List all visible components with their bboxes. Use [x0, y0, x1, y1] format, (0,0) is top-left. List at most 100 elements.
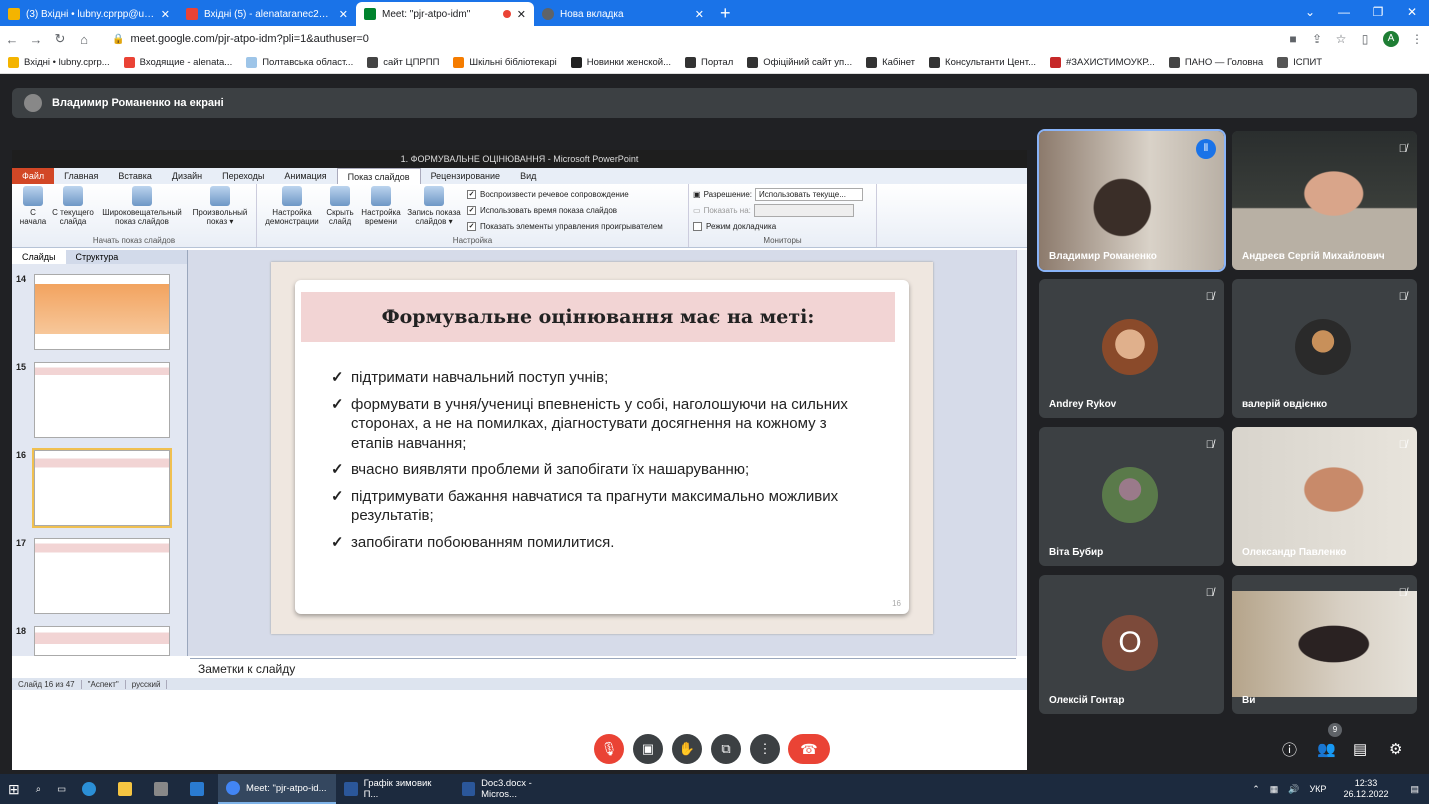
browser-tab[interactable]: Нова вкладка ✕	[534, 2, 712, 26]
bookmark-item[interactable]: Кабінет	[866, 57, 915, 68]
bookmark-item[interactable]: Шкільні бібліотекарі	[453, 57, 557, 68]
bookmark-item[interactable]: Входящие - alenata...	[123, 57, 232, 68]
bookmark-item[interactable]: ІСПИТ	[1277, 57, 1322, 68]
browser-tab-active[interactable]: Meet: "pjr-atpo-idm" ✕	[356, 2, 534, 26]
task-view-icon[interactable]: ▭	[49, 774, 74, 804]
ribbon-tab[interactable]: Вид	[510, 168, 546, 184]
share-icon[interactable]: ⇪	[1305, 32, 1329, 46]
search-icon[interactable]: ⌕	[28, 774, 49, 804]
broadcast-button[interactable]: Широковещательный показ слайдов	[96, 186, 188, 236]
tab-slides[interactable]: Слайды	[12, 250, 66, 264]
restore-icon[interactable]: ❐	[1361, 0, 1395, 24]
close-window-icon[interactable]: ✕	[1395, 0, 1429, 24]
clock[interactable]: 12:33 26.12.2022	[1343, 778, 1388, 800]
bookmark-item[interactable]: Офіційний сайт уп...	[747, 57, 852, 68]
volume-icon[interactable]: 🔊	[1288, 784, 1299, 795]
ribbon-tab[interactable]: Рецензирование	[421, 168, 511, 184]
close-tab-icon[interactable]: ✕	[161, 8, 170, 21]
setup-show-button[interactable]: Настройка демонстрации	[261, 186, 323, 236]
leave-call-button[interactable]: ☎	[788, 734, 830, 764]
participant-tile[interactable]: 🎙̸ валерій овдієнко	[1232, 279, 1417, 418]
ribbon-tab[interactable]: Дизайн	[162, 168, 212, 184]
checkbox-box[interactable]: ✓	[467, 205, 476, 215]
participant-tile[interactable]: 🎙̸ Andrey Rykov	[1039, 279, 1224, 418]
participant-tile[interactable]: 🎙̸ Віта Бубир	[1039, 427, 1224, 566]
bookmark-item[interactable]: Портал	[685, 57, 733, 68]
taskbar-app-word[interactable]: Графік зимовик П...	[336, 774, 454, 804]
browser-tab[interactable]: Вхідні (5) - alenataranec2019@gmail.com ✕	[178, 2, 356, 26]
notes-pane[interactable]: Заметки к слайду	[190, 658, 1016, 678]
narration-checkbox[interactable]: ✓ Воспроизвести речевое сопровождение	[467, 186, 663, 202]
participant-tile[interactable]: ⦀ Владимир Романенко	[1037, 129, 1226, 272]
sidebar-icon[interactable]: ▯	[1353, 32, 1377, 46]
lock-icon[interactable]: 🔒	[112, 34, 124, 45]
tray-up-icon[interactable]: ⌃	[1252, 784, 1260, 795]
mic-toggle-button[interactable]: 🎙	[594, 734, 624, 764]
from-beginning-button[interactable]: С начала	[16, 186, 50, 236]
rehearse-timings-button[interactable]: Настройка времени	[357, 186, 405, 236]
reload-icon[interactable]: ↻	[48, 31, 72, 47]
edge-icon[interactable]	[74, 774, 110, 804]
bookmark-item[interactable]: сайт ЦПРПП	[367, 57, 439, 68]
store-icon[interactable]	[146, 774, 182, 804]
custom-show-button[interactable]: Произвольный показ ▾	[188, 186, 252, 236]
start-icon[interactable]: ⊞	[0, 774, 28, 804]
close-tab-icon[interactable]: ✕	[695, 8, 704, 21]
minimize-icon[interactable]: —	[1327, 0, 1361, 24]
url-field[interactable]: 🔒 meet.google.com/pjr-atpo-idm?pli=1&auth…	[104, 29, 1281, 49]
from-current-button[interactable]: С текущего слайда	[50, 186, 96, 236]
ribbon-tab[interactable]: Вставка	[108, 168, 161, 184]
chat-icon[interactable]: ▤	[1353, 740, 1367, 758]
people-icon[interactable]: 👥	[1317, 740, 1336, 758]
show-on-select[interactable]	[753, 203, 854, 217]
timings-checkbox[interactable]: ✓ Использовать время показа слайдов	[467, 202, 663, 218]
close-tab-icon[interactable]: ✕	[517, 8, 526, 21]
record-show-button[interactable]: Запись показа слайдов ▾	[405, 186, 463, 236]
bookmark-item[interactable]: Вхідні • lubny.cprp...	[8, 57, 110, 68]
checkbox-box[interactable]: ✓	[467, 189, 476, 199]
tab-outline[interactable]: Структура	[66, 250, 129, 264]
bookmark-item[interactable]: #ЗАХИСТИМОУКР...	[1049, 57, 1155, 68]
mail-icon[interactable]	[182, 774, 218, 804]
menu-icon[interactable]: ⋮	[1405, 32, 1429, 46]
camera-toggle-button[interactable]: ▣	[633, 734, 663, 764]
checkbox-box[interactable]	[693, 221, 702, 231]
raise-hand-button[interactable]: ✋	[672, 734, 702, 764]
current-slide[interactable]: Формувальне оцінювання має на меті: підт…	[271, 262, 933, 634]
new-tab-icon[interactable]: +	[720, 3, 731, 24]
participant-tile[interactable]: 🎙̸ Ви	[1232, 575, 1417, 714]
hide-slide-button[interactable]: Скрыть слайд	[323, 186, 357, 236]
notifications-icon[interactable]: ▤	[1410, 784, 1419, 795]
home-icon[interactable]: ⌂	[72, 32, 96, 47]
present-button[interactable]: ⧉	[711, 734, 741, 764]
vertical-scrollbar[interactable]	[1016, 250, 1027, 656]
meeting-info-icon[interactable]: ⓘ	[1282, 739, 1297, 760]
network-icon[interactable]: ▦	[1270, 784, 1279, 795]
tab-search-icon[interactable]: ⌄	[1293, 0, 1327, 24]
taskbar-app-chrome[interactable]: Meet: "pjr-atpo-id...	[218, 774, 337, 804]
checkbox-box[interactable]: ✓	[467, 221, 476, 231]
participant-tile[interactable]: 🎙̸ Андреєв Сергій Михайлович	[1232, 131, 1417, 270]
bookmark-item[interactable]: Новинки женской...	[570, 57, 671, 68]
bookmark-item[interactable]: Консультанти Цент...	[929, 57, 1036, 68]
ribbon-tab[interactable]: Анимация	[274, 168, 336, 184]
ribbon-tab[interactable]: Переходы	[212, 168, 274, 184]
participant-tile[interactable]: 🎙̸ Олександр Павленко	[1232, 427, 1417, 566]
ribbon-tab[interactable]: Главная	[54, 168, 108, 184]
forward-icon[interactable]: →	[24, 32, 48, 47]
browser-tab[interactable]: (3) Вхідні • lubny.cprpp@ukr.net ✕	[0, 2, 178, 26]
language-indicator[interactable]: УКР	[1309, 784, 1326, 794]
explorer-icon[interactable]	[110, 774, 146, 804]
bookmark-item[interactable]: Полтавська област...	[246, 57, 353, 68]
bookmark-star-icon[interactable]: ☆	[1329, 32, 1353, 46]
resolution-select[interactable]: Использовать текуще...	[754, 187, 863, 201]
more-options-button[interactable]: ⋮	[750, 734, 780, 764]
profile-avatar[interactable]: A	[1383, 31, 1399, 47]
back-icon[interactable]: ←	[0, 32, 24, 47]
presenter-view-checkbox[interactable]: Режим докладчика	[693, 218, 872, 234]
ribbon-tab-file[interactable]: Файл	[12, 168, 55, 184]
camera-icon[interactable]: ■	[1281, 32, 1305, 46]
media-controls-checkbox[interactable]: ✓ Показать элементы управления проигрыват…	[467, 218, 663, 234]
ribbon-tab-active[interactable]: Показ слайдов	[336, 167, 421, 185]
taskbar-app-word[interactable]: Doc3.docx - Micros...	[454, 774, 572, 804]
